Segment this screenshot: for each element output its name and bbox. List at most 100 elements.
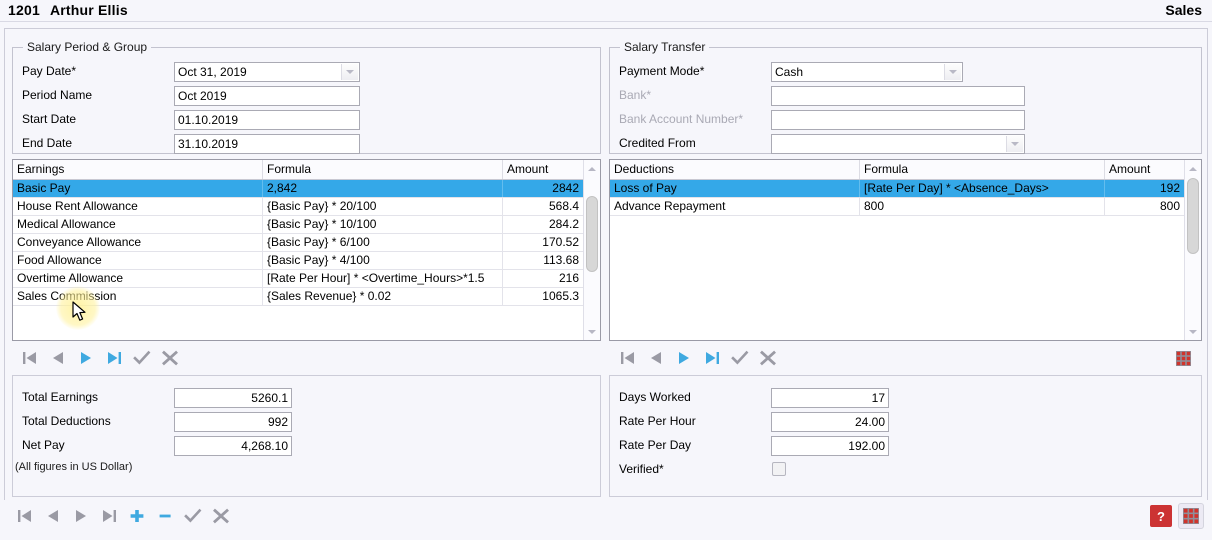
column-header-earnings[interactable]: Earnings (13, 160, 263, 179)
column-header-amount[interactable]: Amount (1105, 160, 1184, 179)
field-period-name: Period Name Oct 2019 (22, 86, 592, 106)
bank-label: Bank* (619, 88, 652, 102)
total-earnings-label: Total Earnings (22, 390, 99, 404)
scroll-up-icon[interactable] (1185, 160, 1201, 177)
employee-id: 1201 (8, 2, 40, 18)
total-deductions-label: Total Deductions (22, 414, 111, 428)
add-plus-icon[interactable] (124, 503, 150, 529)
previous-record-icon (40, 503, 66, 529)
deductions-grid-header: Deductions Formula Amount (610, 160, 1201, 180)
cell-name: Conveyance Allowance (13, 234, 263, 251)
rate-per-hour-input[interactable]: 24.00 (771, 412, 889, 432)
field-pay-date: Pay Date* Oct 31, 2019 (22, 62, 592, 82)
cell-formula: {Basic Pay} * 4/100 (263, 252, 503, 269)
end-date-label: End Date (22, 136, 73, 150)
work-details-panel: Days Worked 17 Rate Per Hour 24.00 Rate … (609, 375, 1202, 497)
table-row[interactable]: House Rent Allowance {Basic Pay} * 20/100… (13, 198, 583, 216)
field-net-pay: Net Pay 4,268.10 (22, 436, 302, 456)
scroll-down-icon[interactable] (1185, 323, 1201, 340)
payment-mode-combo[interactable]: Cash (771, 62, 963, 82)
record-navigation-toolbar (12, 503, 262, 531)
chevron-down-icon[interactable] (944, 64, 961, 80)
table-row[interactable]: Sales Commission {Sales Revenue} * 0.02 10… (13, 288, 583, 306)
remove-minus-icon[interactable] (152, 503, 178, 529)
cell-formula: {Basic Pay} * 20/100 (263, 198, 503, 215)
verified-label: Verified* (619, 462, 664, 476)
cell-name: House Rent Allowance (13, 198, 263, 215)
end-date-input[interactable]: 31.10.2019 (174, 134, 360, 154)
column-header-amount[interactable]: Amount (503, 160, 583, 179)
verified-checkbox[interactable] (772, 462, 786, 476)
column-header-formula[interactable]: Formula (860, 160, 1105, 179)
payment-mode-value: Cash (775, 65, 804, 79)
field-bank: Bank* (619, 86, 1194, 106)
deductions-vertical-scrollbar[interactable] (1184, 160, 1201, 340)
earnings-grid[interactable]: Earnings Formula Amount Basic Pay 2,842 28… (12, 159, 601, 341)
accept-check-icon (727, 345, 753, 371)
earnings-vertical-scrollbar[interactable] (583, 160, 600, 340)
next-record-icon (68, 503, 94, 529)
pay-date-label: Pay Date* (22, 64, 77, 78)
cell-formula: {Sales Revenue} * 0.02 (263, 288, 503, 305)
cell-formula: [Rate Per Hour] * <Overtime_Hours>*1.5 (263, 270, 503, 287)
field-days-worked: Days Worked 17 (619, 388, 899, 408)
cell-name: Advance Repayment (610, 198, 860, 215)
cell-amount: 568.4 (548, 199, 579, 213)
field-total-earnings: Total Earnings 5260.1 (22, 388, 302, 408)
cell-amount: 800 (1159, 199, 1180, 213)
rate-per-hour-label: Rate Per Hour (619, 414, 696, 428)
cell-amount: 113.68 (543, 253, 579, 267)
scroll-up-icon[interactable] (584, 160, 600, 177)
deductions-grid[interactable]: Deductions Formula Amount Loss of Pay [Ra… (609, 159, 1202, 341)
bank-account-number-label: Bank Account Number* (619, 112, 744, 126)
main-content-frame: Salary Period & Group Pay Date* Oct 31, … (4, 28, 1208, 502)
field-bank-account-number: Bank Account Number* (619, 110, 1194, 130)
last-record-icon[interactable] (699, 345, 725, 371)
cell-formula: [Rate Per Day] * <Absence_Days> (860, 180, 1105, 197)
column-header-formula[interactable]: Formula (263, 160, 503, 179)
field-rate-per-hour: Rate Per Hour 24.00 (619, 412, 899, 432)
window-titlebar: 1201 Arthur Ellis Sales (0, 0, 1212, 22)
pay-date-combo[interactable]: Oct 31, 2019 (174, 62, 360, 82)
scrollbar-thumb[interactable] (1187, 178, 1199, 254)
next-record-icon[interactable] (671, 345, 697, 371)
cell-amount: 1065.3 (542, 289, 579, 303)
cell-formula: 800 (860, 198, 1105, 215)
rate-per-day-input[interactable]: 192.00 (771, 436, 889, 456)
table-row[interactable]: Loss of Pay [Rate Per Day] * <Absence_Day… (610, 180, 1184, 198)
scrollbar-thumb[interactable] (586, 196, 598, 272)
earnings-record-toolbar (17, 345, 217, 373)
next-record-icon[interactable] (73, 345, 99, 371)
cell-amount: 2842 (552, 181, 579, 195)
chevron-down-icon[interactable] (341, 64, 358, 80)
accept-check-icon (129, 345, 155, 371)
days-worked-input[interactable]: 17 (771, 388, 889, 408)
cancel-cross-icon (208, 503, 234, 529)
red-grid-icon-earnings[interactable] (1172, 347, 1194, 369)
start-date-input[interactable]: 01.10.2019 (174, 110, 360, 130)
field-verified: Verified* (619, 460, 899, 480)
column-header-deductions[interactable]: Deductions (610, 160, 860, 179)
payroll-salary-window: 1201 Arthur Ellis Sales Salary Period & G… (0, 0, 1212, 540)
rate-per-day-label: Rate Per Day (619, 438, 692, 452)
table-row[interactable]: Food Allowance {Basic Pay} * 4/100 113.68 (13, 252, 583, 270)
grid-layout-button[interactable] (1178, 503, 1204, 529)
table-row[interactable]: Medical Allowance {Basic Pay} * 10/100 284… (13, 216, 583, 234)
table-row[interactable]: Overtime Allowance [Rate Per Hour] * <Ove… (13, 270, 583, 288)
cell-name: Basic Pay (13, 180, 263, 197)
help-button[interactable]: ? (1150, 505, 1172, 527)
credited-from-label: Credited From (619, 136, 696, 150)
table-row[interactable]: Conveyance Allowance {Basic Pay} * 6/100 1… (13, 234, 583, 252)
last-record-icon (96, 503, 122, 529)
bank-input[interactable] (771, 86, 1025, 106)
bottom-toolbar-strip: ? (4, 500, 1208, 536)
last-record-icon[interactable] (101, 345, 127, 371)
table-row[interactable]: Basic Pay 2,842 2842 (13, 180, 583, 198)
bank-account-number-input[interactable] (771, 110, 1025, 130)
table-row[interactable]: Advance Repayment 800 800 (610, 198, 1184, 216)
period-name-input[interactable]: Oct 2019 (174, 86, 360, 106)
previous-record-icon (45, 345, 71, 371)
chevron-down-icon[interactable] (1006, 136, 1023, 152)
credited-from-combo[interactable] (771, 134, 1025, 154)
scroll-down-icon[interactable] (584, 323, 600, 340)
